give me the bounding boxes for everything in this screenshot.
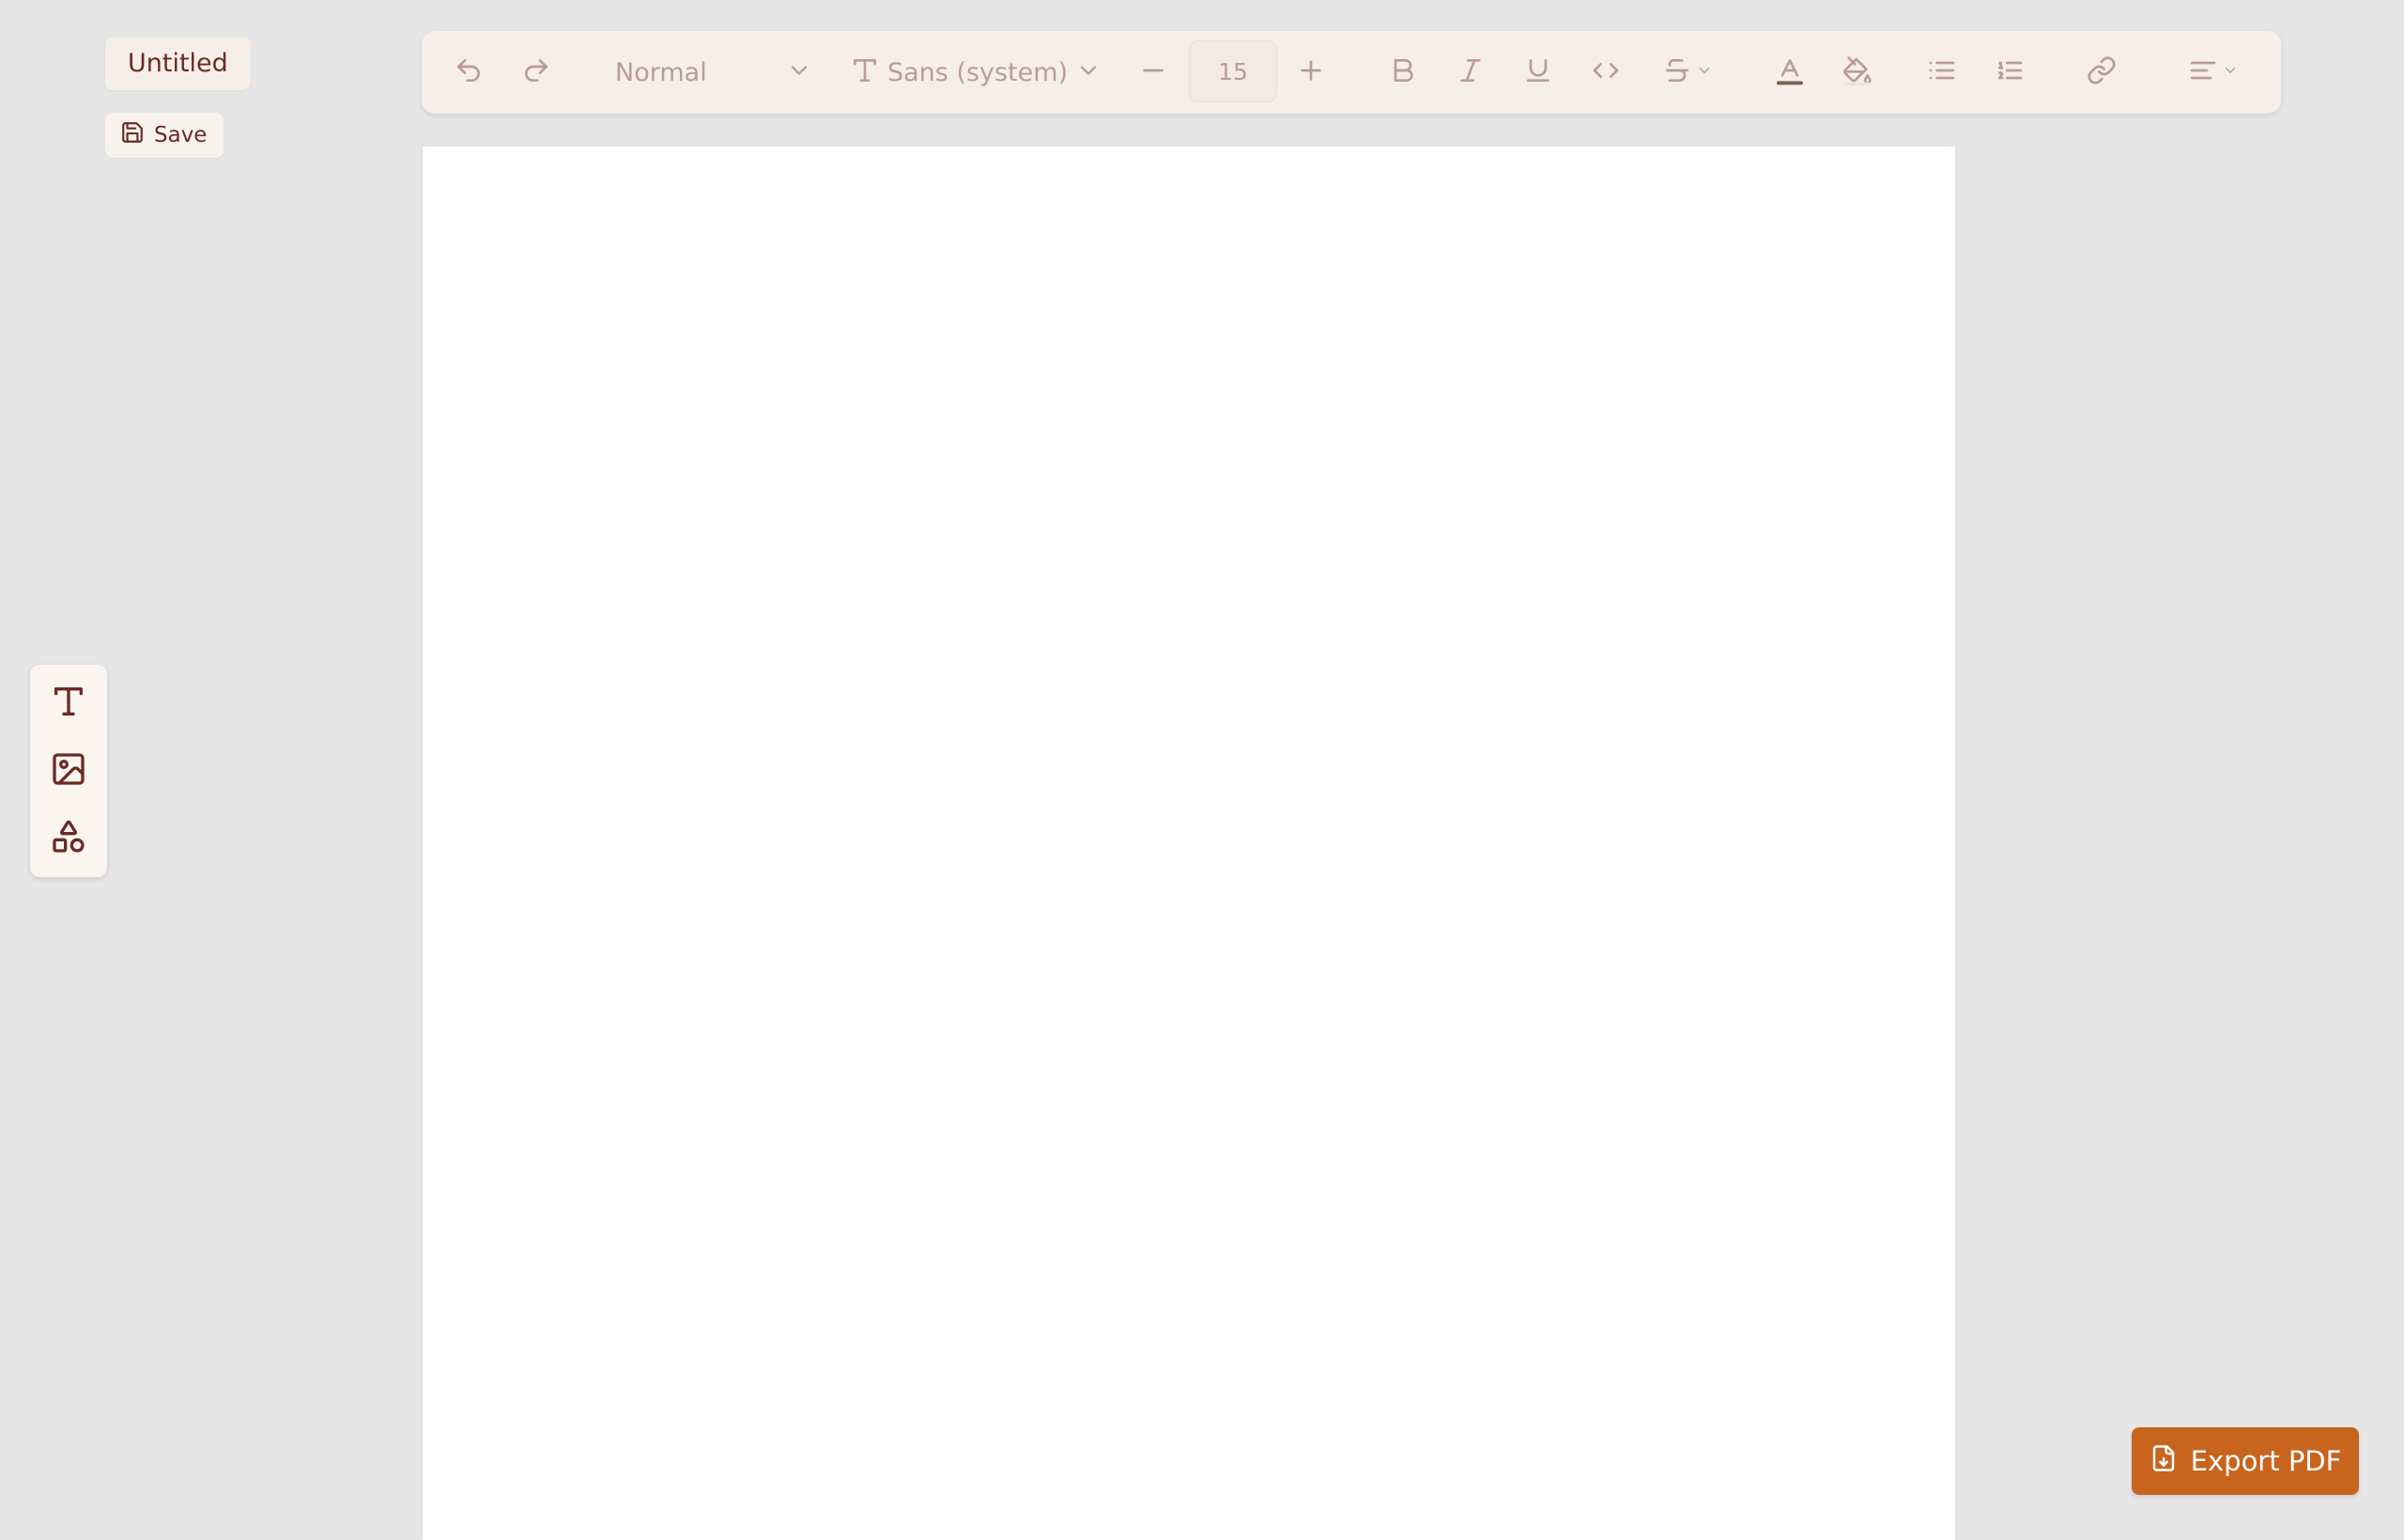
export-pdf-button[interactable]: Export PDF — [2132, 1427, 2359, 1495]
undo-button[interactable] — [446, 31, 491, 114]
underline-button[interactable] — [1517, 31, 1560, 114]
italic-button[interactable] — [1449, 31, 1492, 114]
chevron-down-icon — [1075, 57, 1102, 87]
save-icon — [120, 120, 145, 150]
redo-button[interactable] — [514, 31, 559, 114]
document-title[interactable]: Untitled — [105, 38, 251, 90]
increase-font-size-button[interactable] — [1289, 31, 1333, 114]
numbered-list-icon — [1995, 55, 2025, 89]
document-page[interactable] — [423, 146, 1955, 1540]
font-size-input[interactable]: 15 — [1189, 40, 1277, 102]
decrease-font-size-button[interactable] — [1132, 31, 1175, 114]
plus-icon — [1296, 55, 1326, 89]
chevron-down-icon — [1696, 62, 1713, 83]
font-family-select[interactable]: Sans (system) — [850, 31, 1103, 114]
text-icon — [50, 683, 87, 724]
italic-icon — [1456, 55, 1486, 89]
bullet-list-button[interactable] — [1920, 31, 1964, 114]
bold-icon — [1388, 55, 1418, 89]
save-label: Save — [154, 123, 208, 147]
code-button[interactable] — [1584, 31, 1627, 114]
text-color-button[interactable] — [1768, 31, 1811, 114]
align-button[interactable] — [2178, 31, 2249, 114]
insert-tool-rail — [30, 665, 107, 877]
shapes-tool-button[interactable] — [30, 809, 107, 868]
block-type-select[interactable]: Normal — [615, 31, 812, 114]
font-family-value: Sans (system) — [887, 57, 1069, 87]
file-download-icon — [2150, 1444, 2178, 1479]
font-icon — [850, 55, 880, 89]
bullet-list-icon — [1927, 55, 1957, 89]
numbered-list-button[interactable] — [1988, 31, 2031, 114]
link-icon — [2087, 55, 2117, 89]
export-pdf-label: Export PDF — [2190, 1445, 2342, 1477]
image-tool-button[interactable] — [30, 742, 107, 800]
shapes-icon — [50, 818, 87, 859]
link-button[interactable] — [2080, 31, 2123, 114]
minus-icon — [1138, 55, 1168, 89]
strikethrough-button[interactable] — [1652, 31, 1723, 114]
text-color-icon — [1775, 55, 1805, 89]
code-icon — [1591, 55, 1621, 89]
block-type-value: Normal — [615, 57, 707, 87]
redo-icon — [521, 55, 551, 89]
chevron-down-icon — [2222, 62, 2239, 83]
strikethrough-icon — [1662, 55, 1692, 89]
chevron-down-icon — [786, 57, 812, 87]
formatting-toolbar: Normal Sans (system) 15 — [422, 31, 2281, 114]
underline-icon — [1523, 55, 1553, 89]
bold-button[interactable] — [1381, 31, 1425, 114]
highlight-icon — [1842, 55, 1872, 89]
save-button[interactable]: Save — [105, 113, 224, 158]
text-tool-button[interactable] — [30, 674, 107, 732]
highlight-button[interactable] — [1836, 31, 1879, 114]
image-icon — [50, 750, 87, 792]
undo-icon — [454, 55, 484, 89]
align-icon — [2188, 55, 2218, 89]
